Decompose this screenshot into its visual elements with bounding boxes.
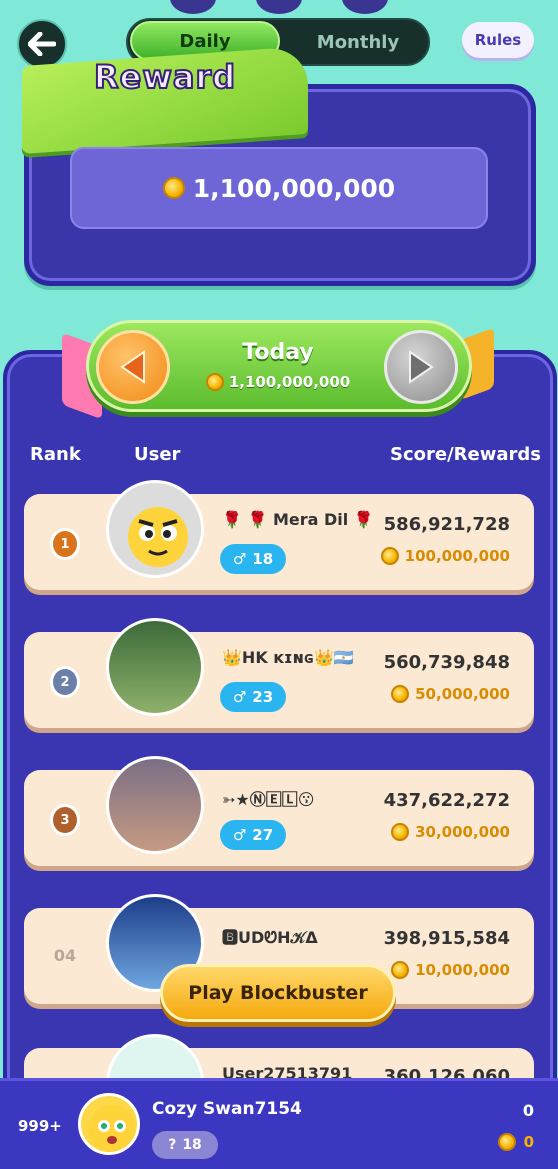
level-badge: ♂ 27 xyxy=(220,820,286,850)
male-icon: ♂ xyxy=(232,550,247,568)
coin-icon xyxy=(391,961,410,979)
coin-icon xyxy=(391,685,410,703)
column-header-rank: Rank xyxy=(30,444,81,465)
tab-monthly[interactable]: Monthly xyxy=(288,20,428,64)
score: 560,739,848 xyxy=(383,652,510,673)
level-value: 18 xyxy=(252,550,274,568)
period-reward: 1,100,000,000 xyxy=(196,373,360,391)
reward: 100,000,000 xyxy=(380,547,510,565)
score: 586,921,728 xyxy=(383,514,510,535)
rank-medal-silver: 2 xyxy=(50,666,80,698)
my-level-badge: ? 18 xyxy=(152,1131,218,1159)
coin-icon xyxy=(497,1133,516,1151)
rank-medal-gold: 1 xyxy=(50,528,80,560)
emoji-face-icon xyxy=(88,1105,136,1152)
question-icon: ? xyxy=(168,1137,177,1153)
rules-button[interactable]: Rules xyxy=(462,22,534,58)
reward-value: 100,000,000 xyxy=(404,547,510,565)
score: 398,915,584 xyxy=(383,928,510,949)
avatar[interactable] xyxy=(106,756,204,854)
reward-value: 10,000,000 xyxy=(415,961,510,979)
triangle-left-icon xyxy=(120,350,145,384)
reward-title: Reward xyxy=(93,57,237,97)
back-button[interactable] xyxy=(17,19,67,69)
column-header-score: Score/Rewards xyxy=(390,444,541,465)
reward-pool-box: 1,100,000,000 xyxy=(70,147,488,229)
avatar[interactable] xyxy=(106,480,204,578)
level-value: 27 xyxy=(252,826,274,844)
my-reward: 0 xyxy=(497,1133,534,1151)
username: ➳★Ⓝ🄴🄻😗 xyxy=(222,790,315,809)
reward: 50,000,000 xyxy=(391,685,510,703)
reward-value: 50,000,000 xyxy=(415,685,510,703)
my-avatar[interactable] xyxy=(78,1093,140,1155)
play-blockbuster-button[interactable]: Play Blockbuster xyxy=(160,964,396,1022)
level-value: 23 xyxy=(252,688,274,706)
top-decor xyxy=(0,0,558,14)
arrow-left-icon xyxy=(28,32,56,56)
leaderboard-row[interactable]: 3 ➳★Ⓝ🄴🄻😗 ♂ 27 437,622,272 30,000,000 xyxy=(24,756,534,866)
coin-icon xyxy=(380,547,399,565)
triangle-right-icon xyxy=(409,350,434,384)
score: 437,622,272 xyxy=(383,790,510,811)
my-level-value: 18 xyxy=(182,1137,202,1153)
username: 👑HK ᴋɪɴɢ👑🇦🇷 xyxy=(222,648,354,667)
leaderboard-row[interactable]: 1 🌹 🌹 Mera Dil 🌹 ♂ 18 586,921,728 100,00… xyxy=(24,480,534,590)
coin-icon xyxy=(391,823,410,841)
rank-number: 04 xyxy=(53,946,77,965)
period-title: Today xyxy=(242,340,314,365)
level-badge: ♂ 23 xyxy=(220,682,286,712)
period-reward-amount: 1,100,000,000 xyxy=(228,373,351,391)
username: 🌹 🌹 Mera Dil 🌹 xyxy=(222,510,374,529)
decor-dot xyxy=(256,0,302,14)
rank-medal-bronze: 3 xyxy=(50,804,80,836)
my-score: 0 xyxy=(522,1101,534,1120)
reward: 30,000,000 xyxy=(391,823,510,841)
previous-period-button[interactable] xyxy=(96,330,170,404)
emoji-face-icon xyxy=(128,507,188,567)
coin-icon xyxy=(162,177,185,199)
my-rank-bar: 999+ Cozy Swan7154 ? 18 0 0 xyxy=(0,1078,558,1169)
next-period-button[interactable] xyxy=(384,330,458,404)
level-badge: ♂ 18 xyxy=(220,544,286,574)
decor-dot xyxy=(342,0,388,14)
my-reward-value: 0 xyxy=(523,1133,534,1151)
my-rank: 999+ xyxy=(18,1117,62,1135)
column-header-user: User xyxy=(134,444,181,465)
my-username: Cozy Swan7154 xyxy=(152,1099,302,1119)
reward-pool-amount: 1,100,000,000 xyxy=(192,173,396,203)
decor-dot xyxy=(170,0,216,14)
male-icon: ♂ xyxy=(232,826,247,844)
avatar[interactable] xyxy=(106,618,204,716)
coin-icon xyxy=(205,373,224,391)
username: 🅱UDᏬH𝒦Δ xyxy=(222,928,318,947)
reward-value: 30,000,000 xyxy=(415,823,510,841)
leaderboard-row[interactable]: 2 👑HK ᴋɪɴɢ👑🇦🇷 ♂ 23 560,739,848 50,000,00… xyxy=(24,618,534,728)
male-icon: ♂ xyxy=(232,688,247,706)
reward: 10,000,000 xyxy=(391,961,510,979)
